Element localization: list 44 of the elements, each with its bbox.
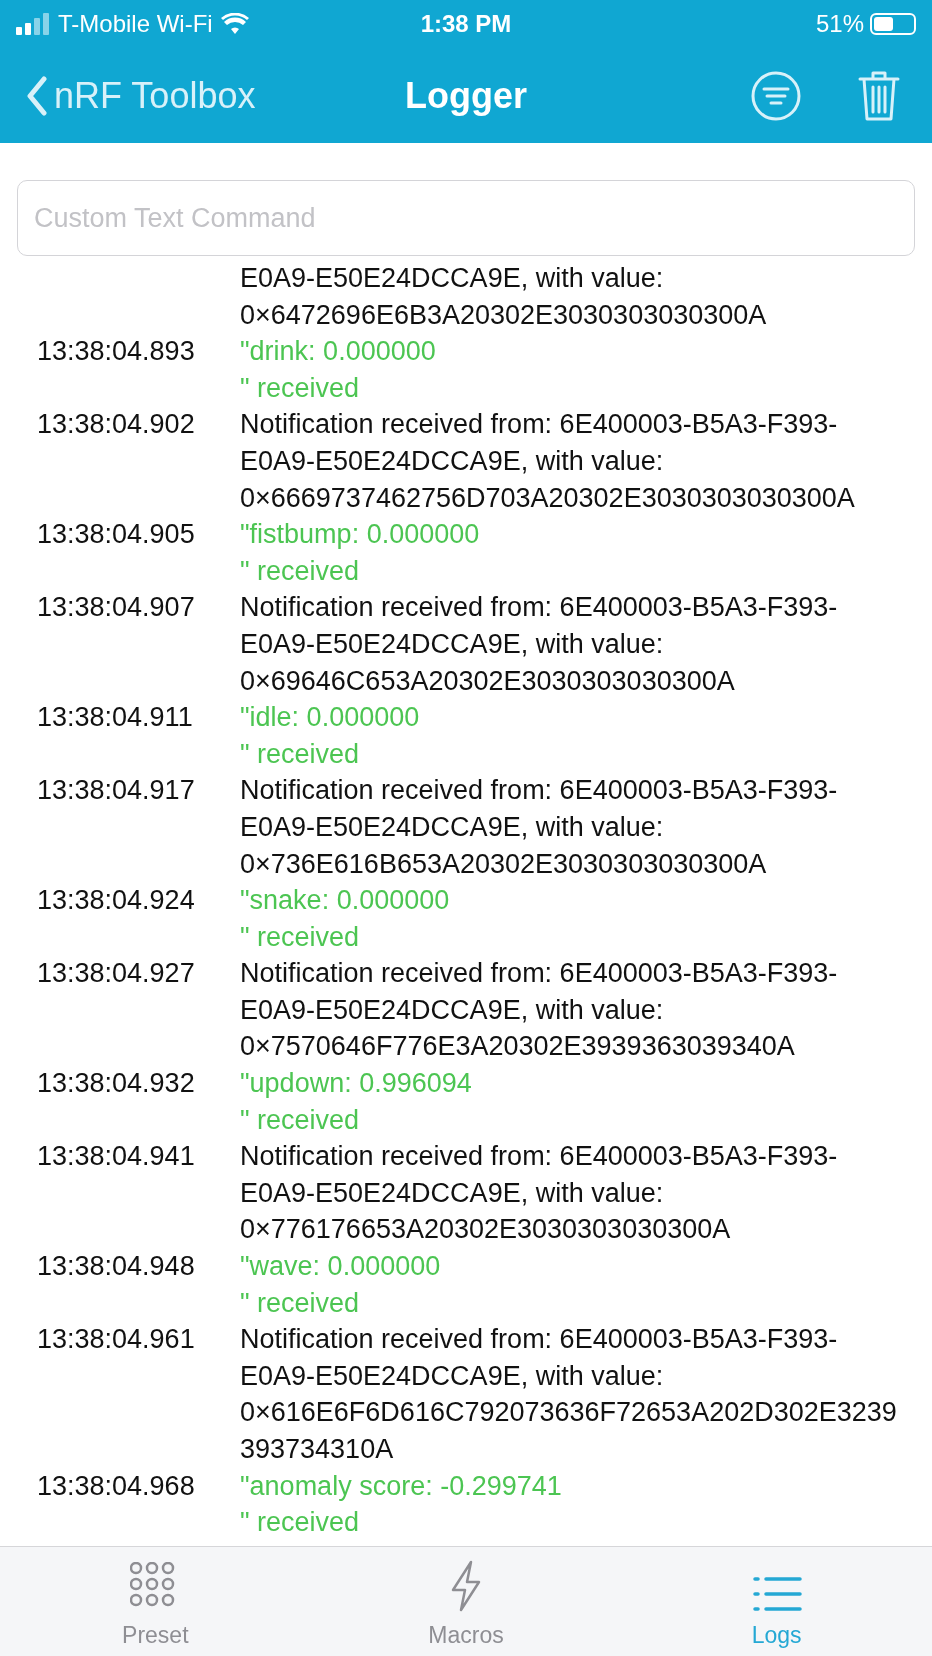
log-message: "updown: 0.996094 " received <box>240 1067 472 1137</box>
log-timestamp: 13:38:04.968 <box>36 1469 196 1503</box>
tab[interactable]: Logs <box>621 1547 932 1656</box>
status-time: 1:38 PM <box>420 9 512 39</box>
lightning-icon <box>449 1559 483 1612</box>
tab[interactable]: Preset <box>0 1547 311 1656</box>
filter-icon[interactable] <box>750 69 802 122</box>
log-message: Notification received from: 6E400003-B5A3-F393- E0A9-E50E24DCCA9E, with value: 0×6669737462756D703A20302E3030303030300A <box>240 408 855 515</box>
log-timestamp: 13:38:04.948 <box>36 1250 196 1284</box>
log-message: Notification received from: 6E400003-B5A3-F393- E0A9-E50E24DCCA9E, with value: 0×69646C653A20302E3030303030300A <box>240 591 838 698</box>
log-message: "drink: 0.000000 " received <box>240 335 436 405</box>
tab[interactable]: Macros <box>310 1547 622 1656</box>
trash-icon[interactable] <box>858 69 900 122</box>
log-timestamp: 13:38:04.961 <box>36 1323 196 1357</box>
log-message: "wave: 0.000000 " received <box>240 1250 441 1320</box>
log-timestamp: 13:38:04.941 <box>36 1140 196 1174</box>
log-timestamp: 13:38:04.902 <box>36 408 196 442</box>
log-timestamp: 13:38:04.932 <box>36 1067 196 1101</box>
carrier-name: T-Mobile Wi-Fi <box>58 9 213 39</box>
log-message: "snake: 0.000000 " received <box>240 884 450 954</box>
signal-icon <box>16 13 50 35</box>
log-message: "idle: 0.000000 " received <box>240 701 420 771</box>
log-message: Notification received from: 6E400003-B5A3-F393- E0A9-E50E24DCCA9E, with value: 0×7570646F776E3A20302E3939363039340A <box>240 957 838 1064</box>
wifi-icon <box>220 13 249 35</box>
log-timestamp: 13:38:04.924 <box>36 884 196 918</box>
log-timestamp: 13:38:04.907 <box>36 591 196 625</box>
log-message: Notification received from: 6E400003-B5A3-F393- E0A9-E50E24DCCA9E, with value: 0×616E6F6D616C792073636F72653A202D302E3239 393734310A <box>240 1323 897 1466</box>
list-icon <box>751 1575 802 1612</box>
log-timestamp: 13:38:04.917 <box>36 774 196 808</box>
log-message: Notification received from: 6E400003-B5A3-F393- E0A9-E50E24DCCA9E, with value: 0×736E616B653A20302E3030303030300A <box>240 774 838 881</box>
log-timestamp: 13:38:04.927 <box>36 957 196 991</box>
log-message: E0A9-E50E24DCCA9E, with value: 0×6472696E6B3A20302E3030303030300A <box>240 262 767 332</box>
log-message: "anomaly score: -0.299741 " received <box>240 1469 562 1540</box>
log-timestamp: 13:38:04.893 <box>36 335 196 369</box>
log-timestamp: 13:38:04.911 <box>36 701 194 735</box>
log-message: Notification received from: 6E400003-B5A3-F393- E0A9-E50E24DCCA9E, with value: 0×776176653A20302E3030303030300A <box>240 1140 838 1247</box>
log-message: "fistbump: 0.000000 " received <box>240 518 480 588</box>
log-timestamp: 13:38:04.905 <box>36 518 196 552</box>
command-field[interactable]: Custom Text Command <box>17 180 915 256</box>
chevron-icon <box>26 75 48 116</box>
screen-title: Logger <box>405 73 527 118</box>
back-button[interactable]: nRF Toolbox <box>26 68 256 123</box>
battery-icon <box>870 13 916 35</box>
battery-percent: 51% <box>815 9 864 39</box>
